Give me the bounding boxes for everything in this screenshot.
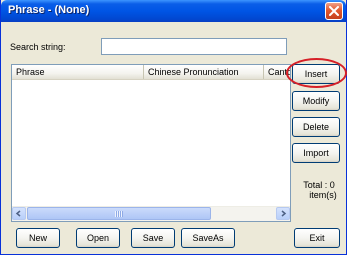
total-count: Total : 0 item(s) — [291, 180, 347, 200]
save-button[interactable]: Save — [131, 228, 175, 248]
scroll-left-icon — [15, 210, 21, 217]
import-button[interactable]: Import — [292, 143, 340, 163]
total-unit: item(s) — [309, 190, 337, 200]
close-icon — [329, 6, 339, 16]
column-header-canto[interactable]: Canto — [264, 65, 290, 79]
list-header: Phrase Chinese Pronunciation Canto — [12, 65, 290, 80]
window-title: Phrase - (None) — [8, 4, 90, 16]
phrase-list[interactable]: Phrase Chinese Pronunciation Canto — [11, 64, 291, 222]
scroll-left-button[interactable] — [12, 207, 26, 220]
search-input[interactable] — [101, 38, 287, 55]
horizontal-scrollbar[interactable] — [12, 206, 290, 221]
title-bar[interactable]: Phrase - (None) — [1, 0, 346, 22]
close-button[interactable] — [325, 2, 343, 20]
search-label: Search string: — [10, 42, 66, 52]
phrase-dialog: Phrase - (None) Search string: Phrase Ch… — [0, 0, 347, 255]
new-button[interactable]: New — [16, 228, 60, 248]
column-header-chinese-pronunciation[interactable]: Chinese Pronunciation — [144, 65, 264, 79]
scroll-right-icon — [281, 210, 287, 217]
delete-button[interactable]: Delete — [292, 117, 340, 137]
modify-button[interactable]: Modify — [292, 91, 340, 111]
total-label: Total : 0 — [303, 180, 335, 190]
insert-button[interactable]: Insert — [292, 64, 340, 84]
scroll-right-button[interactable] — [276, 207, 290, 220]
column-header-phrase[interactable]: Phrase — [12, 65, 144, 79]
scrollbar-thumb[interactable] — [27, 207, 211, 220]
exit-button[interactable]: Exit — [294, 228, 340, 248]
open-button[interactable]: Open — [76, 228, 120, 248]
saveas-button[interactable]: SaveAs — [181, 228, 235, 248]
